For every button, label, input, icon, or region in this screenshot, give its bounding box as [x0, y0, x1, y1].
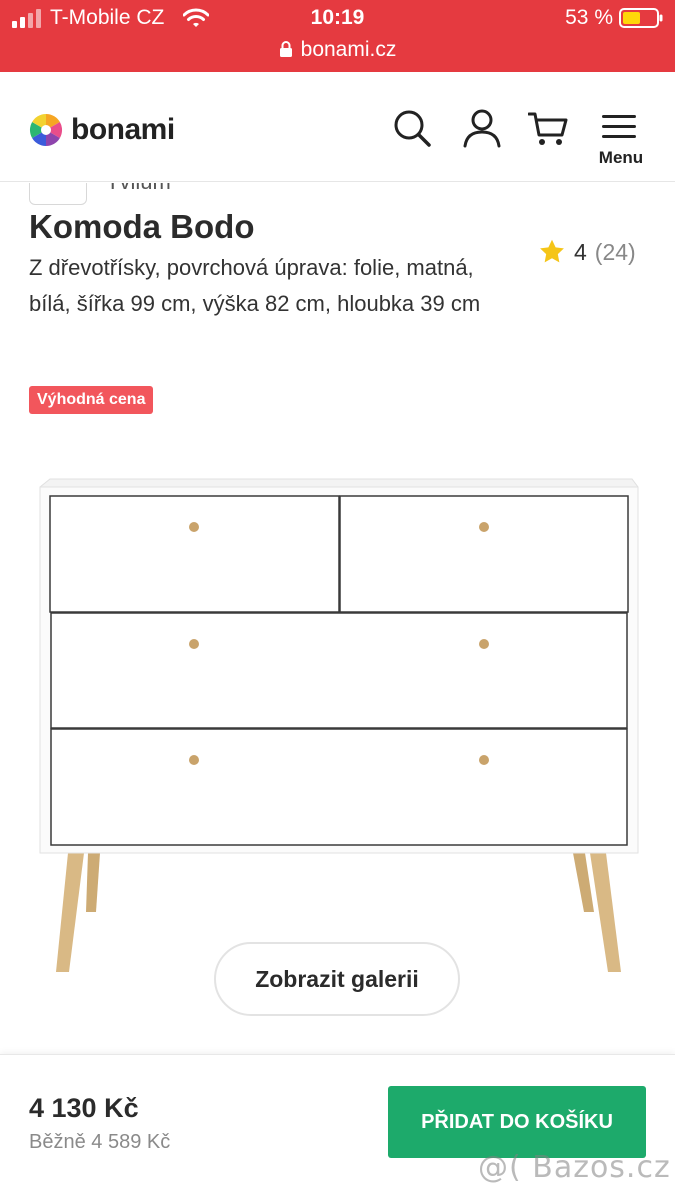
- rating-value: 4: [574, 238, 587, 265]
- regular-price: Běžně 4 589 Kč: [29, 1131, 171, 1153]
- product-rating[interactable]: 4 (24): [538, 238, 636, 266]
- site-header: bonami Menu: [0, 72, 675, 182]
- rating-count: (24): [594, 238, 636, 265]
- current-price: 4 130 Kč: [29, 1093, 139, 1123]
- bazos-watermark: @( Bazos.cz: [478, 1150, 671, 1185]
- add-to-cart-button[interactable]: PŘIDAT DO KOŠÍKU: [388, 1086, 646, 1158]
- battery-icon: [619, 8, 663, 28]
- deal-badge: Výhodná cena: [29, 386, 154, 414]
- brand-name: Tvilum: [106, 183, 171, 195]
- brand-logo-box: [29, 183, 87, 205]
- product-title: Komoda Bodo: [29, 208, 255, 245]
- address-bar[interactable]: bonami.cz: [0, 38, 675, 62]
- star-icon: [540, 239, 564, 263]
- status-bar: T-Mobile CZ 10:19 53 % bonami.cz: [0, 0, 675, 72]
- menu-label[interactable]: Menu: [590, 148, 652, 168]
- url-text: bonami.cz: [300, 38, 397, 61]
- product-image-dresser[interactable]: [38, 475, 642, 975]
- logo-text: bonami: [71, 113, 175, 146]
- product-description: Z dřevotřísky, povrchová úprava: folie, …: [29, 255, 481, 316]
- user-icon[interactable]: [462, 108, 502, 148]
- show-gallery-button[interactable]: Zobrazit galerii: [214, 942, 460, 1016]
- menu-icon[interactable]: [601, 112, 637, 142]
- brand-row[interactable]: Tvilum: [0, 183, 675, 207]
- logo-flower-icon: [29, 113, 63, 147]
- lock-icon: [279, 41, 292, 57]
- battery-percent: 53 %: [565, 6, 613, 29]
- cart-icon[interactable]: [528, 108, 568, 148]
- search-icon[interactable]: [392, 108, 432, 148]
- bonami-logo[interactable]: bonami: [28, 110, 175, 150]
